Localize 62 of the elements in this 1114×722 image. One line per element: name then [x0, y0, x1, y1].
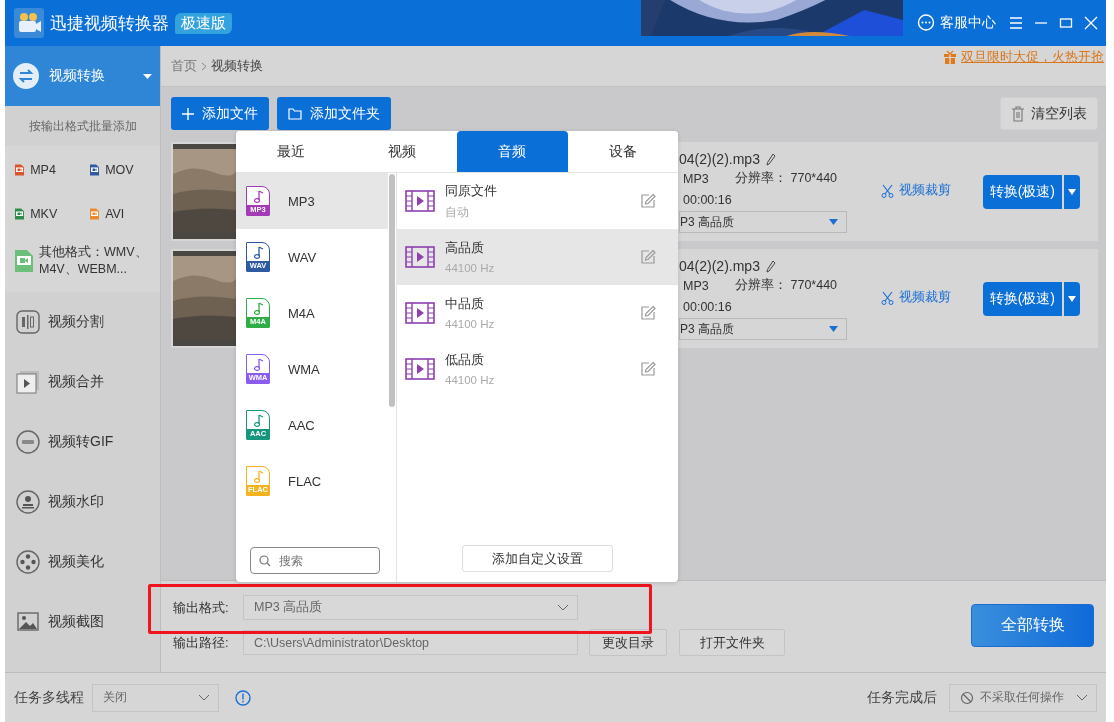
preset-detail: 44100 Hz [445, 262, 496, 274]
trim-link[interactable]: 视频裁剪 [881, 182, 951, 199]
sidebar-item[interactable]: 视频水印 [5, 472, 160, 532]
output-format-select[interactable]: MP3 高品质 [243, 595, 578, 620]
clear-list-button[interactable]: 清空列表 [1000, 97, 1098, 130]
preset-item[interactable]: 中品质 44100 Hz [397, 285, 678, 341]
file-duration: 00:00:16 [683, 299, 733, 314]
format-item[interactable]: 其他格式：WMV、M4V、WEBM... [15, 236, 165, 286]
multithread-label: 任务多线程 [14, 688, 84, 707]
after-task-label: 任务完成后 [867, 688, 937, 707]
search-input[interactable]: 搜索 [277, 552, 371, 569]
sidebar-item[interactable]: 视频分割 [5, 292, 160, 352]
output-format-select[interactable]: P3 高品质 [679, 318, 847, 340]
sidebar-item[interactable]: 视频转换 [5, 46, 160, 106]
format-item[interactable]: MP4 [15, 148, 90, 192]
convert-button[interactable]: 转换(极速) [982, 282, 1062, 316]
sidebar-item[interactable]: 视频截图 [5, 592, 160, 652]
file-resolution: 分辨率： 770*440 [735, 170, 838, 187]
file-format: MP3 [683, 278, 710, 293]
preset-detail: 44100 Hz [445, 374, 496, 386]
preset-item[interactable]: 高品质 44100 Hz [397, 229, 678, 285]
breadcrumb-current: 视频转换 [211, 57, 263, 75]
open-folder-button[interactable]: 打开文件夹 [679, 629, 785, 656]
file-name: 04(2)(2).mp3 [679, 151, 760, 167]
add-folder-button[interactable]: 添加文件夹 [277, 97, 391, 130]
edition-badge: 极速版 [175, 12, 232, 34]
format-item[interactable]: MKV [15, 192, 90, 236]
support-link[interactable]: 客服中心 [940, 14, 996, 32]
batch-hint: 按输出格式批量添加 [27, 117, 138, 135]
trim-link[interactable]: 视频裁剪 [881, 289, 951, 306]
sidebar-item[interactable]: 视频美化 [5, 532, 160, 592]
app-title: 迅捷视频转换器 [50, 12, 169, 35]
convert-all-button[interactable]: 全部转换 [971, 604, 1094, 647]
preset-name: 同原文件 [445, 182, 498, 200]
output-format-label: 输出格式: [173, 598, 230, 617]
output-path-label: 输出路径: [173, 633, 230, 652]
file-name: 04(2)(2).mp3 [679, 258, 760, 274]
after-task-select[interactable]: 不采取任何操作 [949, 683, 1097, 712]
add-file-button[interactable]: 添加文件 [171, 97, 269, 130]
add-custom-settings-button[interactable]: 添加自定义设置 [462, 545, 613, 572]
preset-name: 低品质 [445, 352, 485, 369]
sidebar-item[interactable]: 视频转GIF [5, 412, 160, 472]
file-format: MP3 [683, 171, 710, 186]
multithread-select[interactable]: 关闭 [92, 683, 219, 712]
format-tab[interactable]: 音频 [457, 131, 568, 172]
preset-detail: 44100 Hz [445, 318, 496, 330]
format-item[interactable]: AVI [90, 192, 165, 236]
sidebar-item[interactable]: 视频合并 [5, 352, 160, 412]
preset-name: 中品质 [445, 296, 485, 313]
format-item[interactable]: MOV [90, 148, 165, 192]
convert-button[interactable]: 转换(极速) [982, 175, 1062, 209]
file-duration: 00:00:16 [683, 192, 733, 207]
output-format-select[interactable]: P3 高品质 [679, 211, 847, 233]
format-tab[interactable]: 设备 [567, 131, 678, 172]
preset-detail: 自动 [445, 204, 470, 220]
preset-name: 高品质 [445, 240, 485, 257]
preset-item[interactable]: 同原文件 自动 [397, 173, 678, 229]
file-resolution: 分辨率： 770*440 [735, 277, 838, 294]
output-path-field[interactable]: C:\Users\Administrator\Desktop [243, 630, 578, 655]
search-field[interactable]: 搜索 [250, 547, 380, 574]
preset-item[interactable]: 低品质 44100 Hz [397, 341, 678, 397]
format-tab[interactable]: 最近 [236, 131, 347, 172]
